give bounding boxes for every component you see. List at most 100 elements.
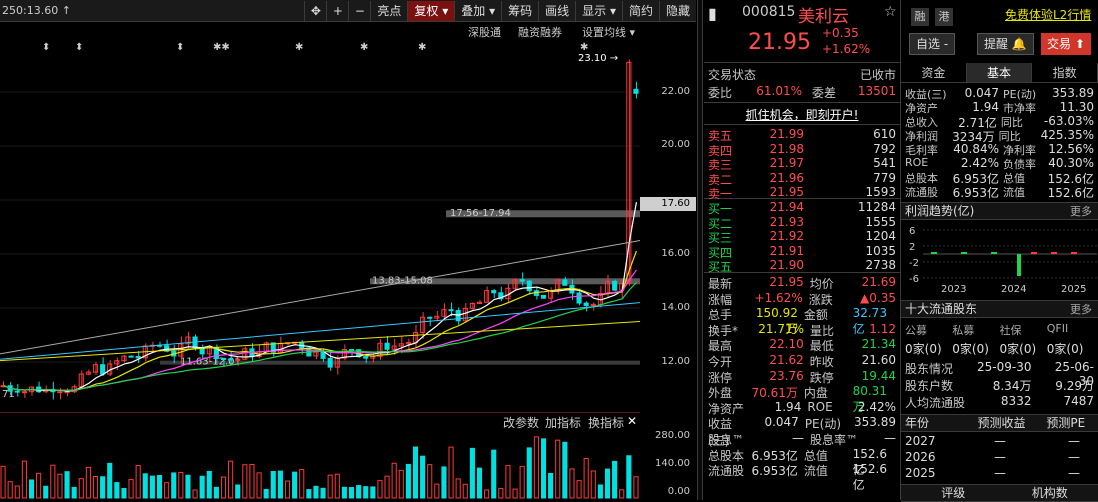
edit-params-button[interactable]: 改参数	[503, 414, 539, 431]
l2-trial-link[interactable]: 免费体验L2行情	[1005, 6, 1091, 23]
ask-label: 卖五	[708, 127, 742, 143]
diff-label: 委差	[812, 84, 836, 100]
margin-toggle[interactable]: 融资融券	[518, 24, 562, 40]
close-icon[interactable]: ✕	[627, 414, 637, 428]
quote-row: 买五21.902738	[708, 258, 896, 274]
quote-label: ROE	[807, 400, 858, 416]
vol-axis-tick: 0.00	[668, 486, 690, 497]
quote-label: 涨停	[708, 369, 752, 385]
chips-button[interactable]: 筹码	[501, 1, 538, 21]
trade-button[interactable]: 交易 ⬆	[1041, 33, 1091, 55]
chart-subbar: 深股通 融资融券 设置均线 ▾	[0, 22, 640, 40]
switch-indicator-button[interactable]: 换指标	[588, 414, 624, 431]
event-marker[interactable]: ✱	[295, 42, 303, 53]
volume-bar	[321, 488, 325, 498]
quote-value: 70.61万	[749, 384, 798, 400]
tab-index[interactable]: 指数	[1032, 63, 1098, 82]
quote-row: 2027——	[905, 434, 1094, 450]
ratio-value: 61.01%	[740, 84, 802, 100]
quote-row: 涨停23.76跌停19.44	[708, 369, 896, 385]
fund-value: 152.6亿	[1048, 184, 1094, 200]
quote-value: 22.10	[752, 337, 804, 353]
quote-row: 2026——	[905, 450, 1094, 466]
tab-fund[interactable]: 资金	[901, 63, 967, 82]
quote-value: 1.12	[869, 322, 896, 338]
volume-bar	[271, 472, 275, 498]
volume-bar	[172, 473, 176, 498]
holder-row-label: 股东户数	[905, 377, 973, 393]
profit-year-label: 2024	[1001, 284, 1026, 295]
quote-value: 0.047	[750, 415, 799, 431]
hide-button[interactable]: 隐藏	[659, 1, 696, 21]
quote-row: 卖三21.97541	[708, 156, 896, 172]
holder-row-value: 9.29万	[1041, 377, 1094, 393]
volume-bar	[470, 448, 474, 498]
display-button[interactable]: 显示 ▾	[575, 1, 622, 21]
volume-bar	[477, 468, 481, 498]
brief-button[interactable]: 简约	[622, 1, 659, 21]
holder-count: 0家(0)	[1000, 340, 1047, 356]
volume-bar	[58, 474, 62, 498]
event-marker[interactable]: ✱	[418, 42, 426, 53]
margin-badge[interactable]: 融	[911, 8, 929, 26]
event-marker[interactable]: ⬍	[75, 42, 83, 53]
candle-body	[349, 350, 353, 351]
volume-bar	[221, 477, 225, 498]
ask-label: 卖四	[708, 142, 742, 158]
favorite-icon[interactable]: ☆	[884, 4, 897, 20]
draw-line-button[interactable]: 画线	[538, 1, 575, 21]
quote-label: 金额	[804, 306, 853, 322]
volume-bar	[179, 472, 183, 498]
rating-col: 机构数	[1002, 485, 1098, 501]
quote-label: 净资产	[708, 400, 751, 416]
panel-splitter[interactable]	[697, 0, 703, 500]
hk-connect-toggle[interactable]: 深股通	[468, 24, 501, 40]
overlay-button[interactable]: 叠加 ▾	[454, 1, 501, 21]
zone-label: 11.63-12.01	[180, 357, 241, 368]
event-marker[interactable]: ⬍	[176, 42, 184, 53]
candle-type-button[interactable]: 亮点	[370, 1, 407, 21]
kline-chart[interactable]: 17.56-17.9413.83-15.0811.63-12.017123.10…	[0, 40, 640, 412]
ask-volume: 792	[873, 142, 896, 158]
volume-bar	[456, 479, 460, 498]
volume-bar	[278, 471, 282, 498]
fund-label: 流值	[1003, 184, 1047, 200]
candle-body	[22, 392, 26, 393]
zoom-in-icon[interactable]: +	[326, 1, 348, 21]
holder-row-value: 8332	[973, 394, 1031, 410]
tab-basic[interactable]: 基本	[967, 63, 1033, 82]
trade-icon: ⬆	[1075, 37, 1085, 51]
holders-more-link[interactable]: 更多	[1070, 301, 1092, 318]
volume-bar	[485, 490, 489, 498]
event-marker[interactable]: ✱✱	[213, 42, 230, 53]
zone-label: 13.83-15.08	[372, 276, 433, 287]
menu-icon[interactable]: ▮	[708, 4, 717, 23]
vol-axis-tick: 280.00	[655, 430, 690, 441]
open-account-link[interactable]: 抓住机会，即刻开户!	[746, 106, 859, 122]
quote-label: 跌停	[810, 369, 862, 385]
event-marker[interactable]: ✱	[360, 42, 368, 53]
add-indicator-button[interactable]: 加指标	[545, 414, 581, 431]
rating-col: 评级	[905, 485, 1002, 501]
event-marker[interactable]: ✱	[580, 42, 588, 53]
volume-bar	[413, 447, 417, 498]
zoom-out-icon[interactable]: −	[348, 1, 370, 21]
profit-more-link[interactable]: 更多	[1070, 203, 1092, 220]
volume-bar	[620, 490, 624, 498]
volume-bar	[51, 465, 55, 498]
holder-row-label: 人均流通股	[905, 394, 973, 410]
adjust-button[interactable]: 复权 ▾	[407, 1, 454, 21]
quote-label: 总手	[708, 306, 749, 322]
watchlist-button[interactable]: 自选 -	[909, 33, 955, 55]
volume-bar	[541, 439, 545, 498]
holder-count: 0家(0)	[952, 340, 999, 356]
alert-button[interactable]: 提醒 🔔	[977, 33, 1034, 55]
volume-bar	[492, 450, 496, 498]
hk-badge[interactable]: 港	[935, 8, 953, 26]
pan-icon[interactable]: ✥	[304, 1, 326, 21]
bid-price: 21.90	[742, 258, 804, 274]
ma-settings-button[interactable]: 设置均线 ▾	[582, 24, 635, 40]
event-marker[interactable]: ⬍	[42, 42, 50, 53]
quote-panel: ▮ 000815 美利云 ☆ 21.95 +0.35 +1.62% 交易状态已收…	[704, 0, 900, 500]
forecast-pe: —	[1054, 434, 1094, 450]
